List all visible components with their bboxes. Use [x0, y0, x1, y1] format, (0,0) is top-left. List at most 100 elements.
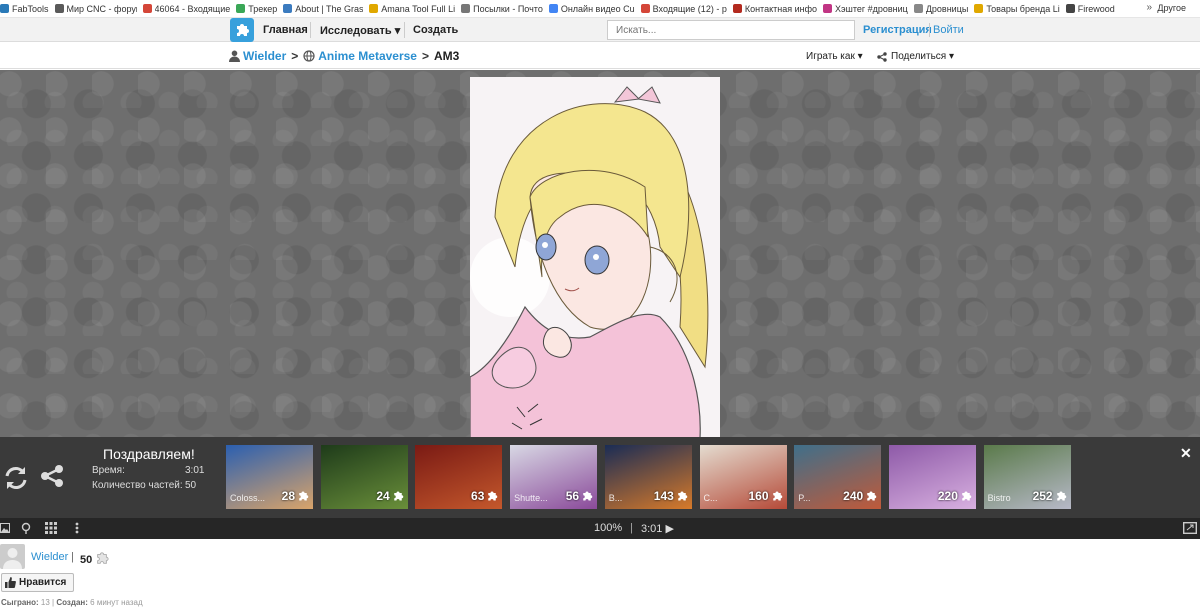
ghost-image-icon[interactable]: [20, 522, 32, 534]
puzzle-piece-icon: [488, 491, 498, 501]
suggested-puzzle-name: Shutte...: [514, 493, 548, 503]
puzzle-piece-icon: [867, 491, 877, 501]
puzzle-stage[interactable]: [0, 70, 1200, 438]
bookmark-label: Посылки - Почто: [473, 3, 543, 14]
more-options-icon[interactable]: [75, 522, 79, 534]
bookmark-item[interactable]: About | The Grass: [283, 4, 363, 14]
suggested-puzzle-name: Coloss...: [230, 493, 266, 503]
author-points: 50: [80, 551, 109, 566]
more-bookmarks-icon[interactable]: »: [1146, 2, 1152, 13]
nav-create[interactable]: Создать: [413, 24, 458, 36]
breadcrumb-separator: >: [291, 49, 299, 63]
bookmark-favicon-icon: [974, 4, 984, 13]
login-link[interactable]: Войти: [933, 24, 964, 36]
bookmark-favicon-icon: [823, 4, 832, 13]
created-label: Создан:: [56, 598, 88, 607]
bookmark-item[interactable]: Контактная инфо: [732, 3, 817, 14]
suggested-puzzle-thumb[interactable]: 63: [415, 445, 503, 509]
suggested-puzzle-thumb[interactable]: C... 160: [699, 445, 787, 509]
bookmark-item[interactable]: 46064 - Входящие: [142, 4, 230, 14]
suggested-puzzle-thumb[interactable]: 220: [888, 445, 976, 509]
nav-explore[interactable]: Исследовать ▾: [320, 24, 400, 37]
author-divider: |: [71, 551, 74, 563]
play-as-dropdown[interactable]: Играть как ▾: [806, 51, 863, 62]
suggested-puzzle-piece-count: 24: [376, 489, 390, 503]
timer-value: 3:01: [641, 523, 663, 535]
bookmark-label: Amana Tool Full Li: [381, 3, 456, 14]
user-silhouette-icon: [3, 548, 22, 569]
share-dropdown[interactable]: Поделиться ▾: [877, 51, 954, 62]
avatar[interactable]: [0, 544, 25, 569]
bookmark-item[interactable]: Дровницы: [913, 4, 968, 14]
bookmark-item[interactable]: Трекер: [236, 4, 277, 14]
bookmark-item[interactable]: Входящие (12) - р: [640, 4, 727, 14]
bookmark-item[interactable]: Firewood: [1065, 4, 1115, 14]
puzzle-logo-icon: [237, 24, 249, 36]
bookmark-item[interactable]: Товары бренда Li: [974, 4, 1060, 14]
replay-button[interactable]: [2, 464, 30, 495]
bookmark-item[interactable]: Онлайн видео Cu: [548, 3, 635, 14]
share-result-button[interactable]: [40, 464, 64, 491]
suggested-puzzle-thumb[interactable]: P... 240: [794, 445, 882, 509]
auth-divider: [929, 23, 930, 37]
play-icon: ▶: [665, 523, 674, 535]
nav-divider: [310, 22, 311, 38]
bookmark-item[interactable]: Посылки - Почто: [461, 4, 543, 14]
bookmark-label: Мир CNC - форум: [66, 3, 137, 14]
chevron-down-icon: ▾: [394, 25, 401, 37]
puzzle-piece-icon: [772, 491, 782, 501]
fullscreen-icon[interactable]: [1183, 522, 1197, 534]
congratulations-title: Поздравляем!: [103, 446, 195, 462]
suggested-puzzle-thumb[interactable]: Coloss... 28: [226, 445, 313, 509]
suggested-puzzle-piece-count: 252: [1032, 489, 1053, 503]
bookmark-favicon-icon: [461, 4, 471, 13]
suggested-puzzle-piece-count: 63: [471, 489, 485, 503]
image-preview-icon[interactable]: [0, 523, 10, 533]
search-input[interactable]: [607, 20, 855, 40]
played-value: 13: [40, 598, 50, 607]
author-link[interactable]: Wielder: [31, 551, 68, 563]
breadcrumb-user[interactable]: Wielder: [243, 49, 286, 63]
refresh-icon: [5, 467, 27, 489]
zoom-level: 100%: [594, 522, 623, 534]
chevron-down-icon: ▾: [857, 51, 863, 62]
bookmark-label: Онлайн видео Cu: [560, 3, 635, 14]
suggested-puzzle-piece-count: 28: [281, 489, 295, 503]
bookmark-item[interactable]: Мир CNC - форум: [54, 3, 137, 14]
page-title: AM3: [434, 49, 460, 63]
grid-icon[interactable]: [45, 522, 57, 534]
other-bookmarks[interactable]: Другое: [1157, 3, 1186, 13]
bookmark-item[interactable]: FabTools: [0, 4, 49, 14]
suggested-puzzle-thumb[interactable]: B... 143: [604, 445, 692, 509]
suggested-puzzle-thumb[interactable]: 24: [320, 445, 408, 509]
suggested-puzzle-thumb[interactable]: Shutte... 56: [510, 445, 598, 509]
bookmark-label: Контактная инфо: [744, 3, 817, 14]
puzzle-meta: Сыграно: 13 | Создан: 6 минут назад: [1, 598, 143, 607]
breadcrumb-separator: >: [421, 49, 429, 63]
like-button[interactable]: Нравится: [1, 573, 74, 592]
puzzle-piece-icon: [962, 491, 972, 501]
bookmark-favicon-icon: [1065, 4, 1075, 13]
timer[interactable]: 3:01 ▶: [641, 522, 674, 535]
completed-puzzle-image: [469, 77, 720, 438]
bookmark-favicon-icon: [142, 4, 152, 13]
bookmark-item[interactable]: Amana Tool Full Li: [369, 4, 455, 14]
bookmark-favicon-icon: [236, 4, 246, 13]
bookmark-label: FabTools: [12, 3, 49, 14]
completion-panel: Поздравляем! Время: 3:01 Количество част…: [0, 437, 1200, 518]
register-link[interactable]: Регистрация: [863, 24, 932, 36]
suggested-puzzle-thumb[interactable]: Bistro 252: [983, 445, 1071, 509]
bookmark-item[interactable]: Хэштег #дровниц: [823, 4, 908, 14]
site-logo[interactable]: [230, 18, 254, 42]
close-icon[interactable]: ✕: [1180, 445, 1192, 462]
suggested-puzzle-name: B...: [608, 493, 623, 503]
suggested-puzzle-piece-count: 56: [565, 489, 580, 503]
time-value: 3:01: [185, 465, 205, 476]
nav-divider: [404, 22, 405, 38]
bookmark-favicon-icon: [548, 4, 558, 13]
breadcrumb-group[interactable]: Anime Metaverse: [318, 49, 417, 63]
nav-home[interactable]: Главная: [263, 24, 308, 36]
breadcrumb: Wielder > Anime Metaverse > AM3: [229, 49, 459, 63]
suggested-puzzle-name: P...: [798, 493, 811, 503]
puzzle-piece-icon: [583, 491, 593, 501]
